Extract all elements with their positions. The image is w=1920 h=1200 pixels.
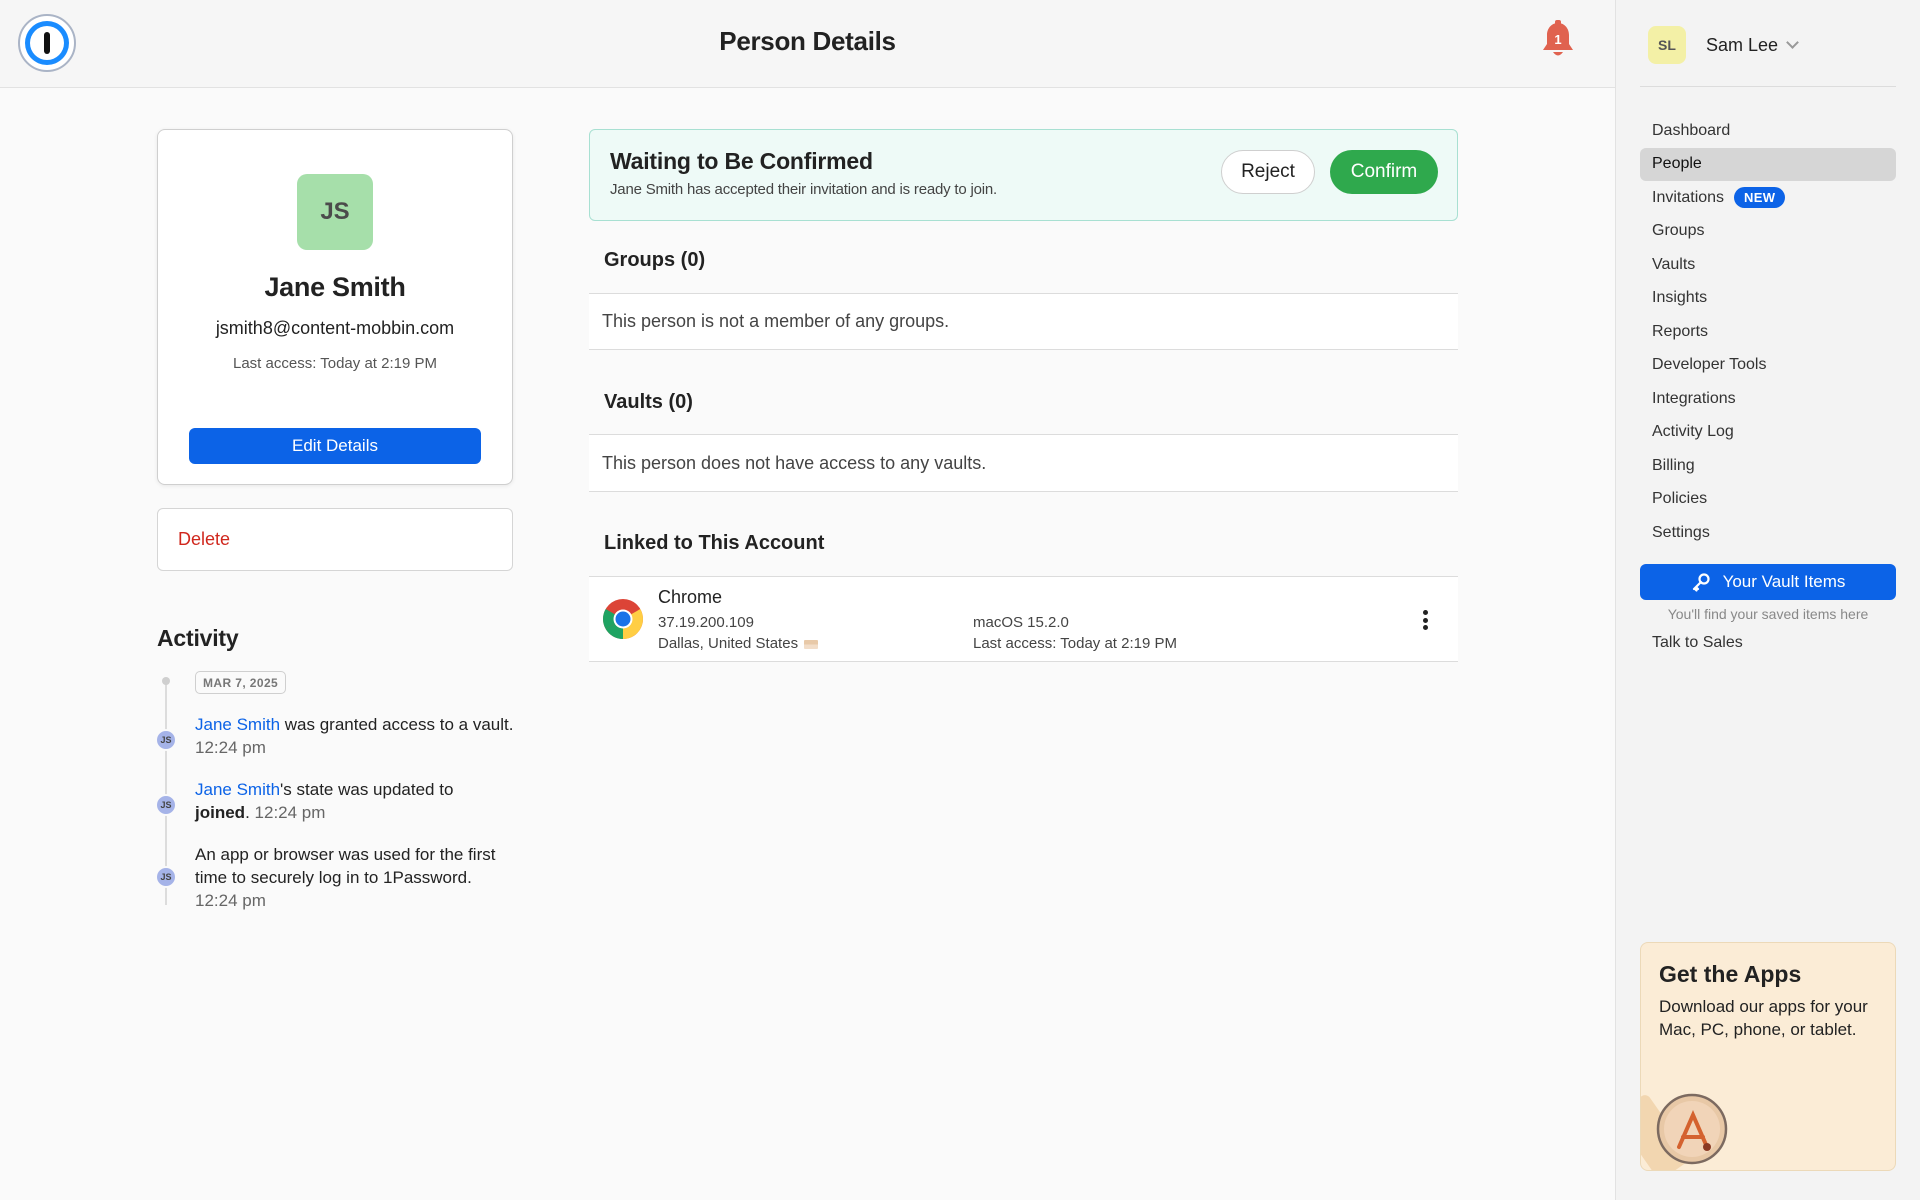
activity-entry: Jane Smith was granted access to a vault… [195,713,515,759]
chevron-down-icon [1786,35,1799,49]
your-vault-items-label: Your Vault Items [1722,572,1846,591]
timeline-dot [162,677,170,685]
activity-avatar: JS [155,794,177,816]
reject-button[interactable]: Reject [1221,150,1315,194]
sidebar-item-label: Invitations [1652,188,1725,206]
sidebar-item-label: Groups [1652,222,1705,240]
sidebar-item-label: Vaults [1652,255,1696,273]
sidebar-item-reports[interactable]: Reports [1640,315,1896,349]
your-vault-items-button[interactable]: Your Vault Items [1640,564,1896,600]
notifications-bell-icon[interactable]: 1 [1540,20,1576,60]
vaults-empty-text: This person does not have access to any … [602,453,987,473]
person-email: jsmith8@content-mobbin.com [215,318,455,338]
edit-details-button[interactable]: Edit Details [189,428,481,464]
activity-time: 12:24 pm [195,891,266,910]
activity-entry: An app or browser was used for the first… [195,843,515,912]
groups-section: This person is not a member of any group… [589,293,1458,350]
app-store-icon [1641,1093,1728,1170]
notification-count: 1 [1554,32,1562,47]
avatar: JS [297,174,373,250]
vault-hint: You'll find your saved items here [1667,606,1869,622]
confirmation-banner: Waiting to Be Confirmed Jane Smith has a… [589,129,1458,221]
groups-empty-text: This person is not a member of any group… [602,311,950,331]
vaults-section-title: Vaults (0) [604,391,693,413]
sidebar-item-label: Integrations [1652,389,1736,407]
activity-time: 12:24 pm [195,738,266,757]
more-options-icon[interactable] [1413,607,1437,633]
activity-text: was granted access to a vault. [280,715,514,734]
chrome-icon [603,599,643,639]
person-last-access: Last access: Today at 2:19 PM [232,355,437,372]
confirmation-title: Waiting to Be Confirmed [610,148,873,174]
device-os: macOS 15.2.0 [973,614,1069,631]
activity-text-end: . [245,803,250,822]
browser-name: Chrome [658,587,723,607]
sidebar-item-developer-tools[interactable]: Developer Tools [1640,349,1896,383]
account-menu[interactable]: SL Sam Lee [1648,26,1799,64]
right-sidebar: SL Sam Lee Dashboard People Invitations N… [1615,0,1920,1200]
activity-entry: Jane Smith's state was updated to joined… [195,778,515,824]
sidebar-item-integrations[interactable]: Integrations [1640,382,1896,416]
activity-time: 12:24 pm [254,803,326,822]
sidebar-item-insights[interactable]: Insights [1640,282,1896,316]
sidebar-item-label: Dashboard [1652,121,1731,139]
person-name: Jane Smith [264,272,406,302]
apps-card-title: Get the Apps [1659,961,1802,987]
key-icon [1692,573,1710,592]
page-title: Person Details [719,26,896,56]
activity-title: Activity [157,625,239,651]
activity-text: An app or browser was used for the first… [195,845,496,887]
sidebar-item-vaults[interactable]: Vaults [1640,248,1896,282]
sidebar-item-label: Reports [1652,322,1709,340]
sidebar-item-groups[interactable]: Groups [1640,215,1896,249]
activity-text: 's state was updated to [280,780,454,799]
sidebar-item-dashboard[interactable]: Dashboard [1640,114,1896,148]
sidebar-item-label: Developer Tools [1652,356,1767,374]
linked-device-row: Chrome 37.19.200.109 Dallas, United Stat… [589,576,1458,662]
confirm-button[interactable]: Confirm [1330,150,1438,194]
sidebar-divider [1640,86,1896,87]
get-the-apps-card[interactable]: Get the Apps Download our apps for your … [1640,942,1896,1171]
sidebar-item-invitations[interactable]: Invitations NEW [1640,181,1896,215]
top-header: Person Details 1 [0,0,1615,88]
device-ip: 37.19.200.109 [658,614,754,631]
delete-card[interactable]: Delete [157,508,513,571]
linked-section-title: Linked to This Account [604,532,825,554]
new-badge: NEW [1734,187,1786,209]
sidebar-item-policies[interactable]: Policies [1640,483,1896,517]
delete-button[interactable]: Delete [178,529,230,550]
sidebar-nav: Dashboard People Invitations NEW Groups V… [1640,114,1896,550]
groups-section-title: Groups (0) [604,249,706,271]
sidebar-item-settings[interactable]: Settings [1640,516,1896,550]
apps-card-description: Download our apps for your Mac, PC, phon… [1659,997,1868,1039]
user-avatar: SL [1648,26,1686,64]
device-last-access: Last access: Today at 2:19 PM [973,635,1178,652]
sidebar-item-people[interactable]: People [1640,147,1896,181]
sidebar-item-label: Billing [1652,456,1695,474]
sidebar-item-label: People [1652,155,1702,173]
sidebar-item-activity-log[interactable]: Activity Log [1640,416,1896,450]
activity-avatar: JS [155,866,177,888]
activity-avatar: JS [155,729,177,751]
profile-card: JS Jane Smith jsmith8@content-mobbin.com… [157,129,513,485]
device-location: Dallas, United States [658,635,819,652]
talk-to-sales-link[interactable]: Talk to Sales [1652,634,1743,652]
confirmation-subtitle: Jane Smith has accepted their invitation… [610,181,997,198]
device-location-label: Dallas, United States [658,635,799,652]
activity-actor-link[interactable]: Jane Smith [195,715,280,734]
sidebar-item-label: Policies [1652,490,1708,508]
vaults-section: This person does not have access to any … [589,434,1458,492]
sidebar-item-label: Settings [1652,523,1710,541]
activity-actor-link[interactable]: Jane Smith [195,780,280,799]
user-name: Sam Lee [1706,34,1779,55]
activity-date-chip: MAR 7, 2025 [195,671,287,694]
sidebar-item-label: Insights [1652,289,1708,307]
sidebar-item-billing[interactable]: Billing [1640,449,1896,483]
activity-state: joined [195,803,246,822]
us-flag-icon [804,639,819,649]
sidebar-item-label: Activity Log [1652,423,1734,441]
